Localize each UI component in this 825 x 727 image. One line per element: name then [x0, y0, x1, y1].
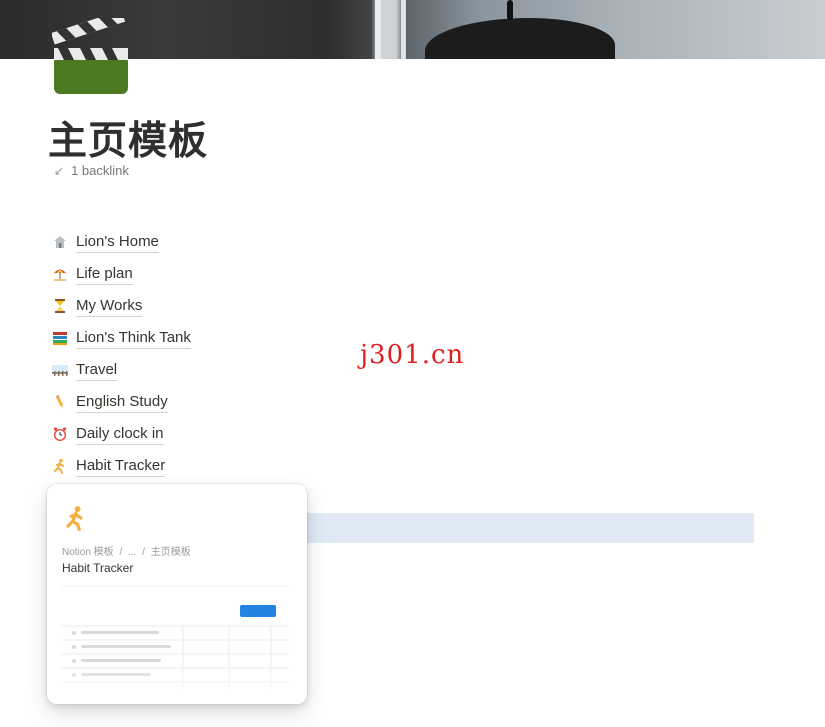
page-link-label: Habit Tracker: [76, 456, 166, 477]
cover-window-frame: [375, 0, 381, 59]
page-link-english-study[interactable]: English Study: [52, 386, 191, 418]
cover-cliff: [425, 18, 615, 59]
breadcrumb-item[interactable]: 主页模板: [151, 547, 191, 558]
preview-title: Habit Tracker: [62, 561, 134, 575]
page-link-label: Lion's Think Tank: [76, 328, 191, 349]
umbrella-beach-icon: [52, 266, 68, 282]
breadcrumb-separator: /: [119, 547, 123, 558]
running-person-icon: [63, 504, 89, 532]
books-icon: [52, 330, 68, 346]
hourglass-icon: [52, 298, 68, 314]
page-link-label: Daily clock in: [76, 424, 164, 445]
railway-track-icon: [52, 362, 68, 378]
page-link-my-works[interactable]: My Works: [52, 290, 191, 322]
cover-figure: [507, 0, 513, 20]
backlink-label: 1 backlink: [71, 163, 129, 178]
watermark-text: j301.cn: [360, 340, 465, 370]
preview-fade: [47, 664, 307, 704]
house-icon: [52, 234, 68, 250]
page-link-lions-think-tank[interactable]: Lion's Think Tank: [52, 322, 191, 354]
selected-block-highlight: [300, 513, 754, 543]
backlink-button[interactable]: ↙ 1 backlink: [54, 163, 129, 178]
cover-window-frame: [401, 0, 406, 59]
page-link-life-plan[interactable]: Life plan: [52, 258, 191, 290]
running-person-icon: [52, 458, 68, 474]
breadcrumb-item[interactable]: ...: [128, 547, 136, 558]
preview-breadcrumb: Notion 模板 / ... / 主页模板: [62, 543, 194, 558]
page-link-label: Life plan: [76, 264, 133, 285]
page-link-label: English Study: [76, 392, 168, 413]
page-link-label: Lion's Home: [76, 232, 159, 253]
alarm-clock-icon: [52, 426, 68, 442]
page-link-label: My Works: [76, 296, 143, 317]
breadcrumb-item[interactable]: Notion 模板: [62, 547, 114, 558]
clapperboard-icon[interactable]: [51, 10, 130, 96]
page-link-list: Lion's Home Life plan My Works Lion's Th…: [52, 226, 191, 482]
pencil-icon: [52, 394, 68, 410]
page-link-daily-clock-in[interactable]: Daily clock in: [52, 418, 191, 450]
page-link-label: Travel: [76, 360, 118, 381]
page-link-lions-home[interactable]: Lion's Home: [52, 226, 191, 258]
page-link-travel[interactable]: Travel: [52, 354, 191, 386]
page-title: 主页模板: [48, 119, 209, 164]
page-link-habit-tracker[interactable]: Habit Tracker: [52, 450, 191, 482]
link-preview-card[interactable]: Notion 模板 / ... / 主页模板 Habit Tracker: [47, 484, 307, 704]
breadcrumb-separator: /: [142, 547, 145, 558]
arrow-down-left-icon: ↙: [54, 163, 65, 178]
